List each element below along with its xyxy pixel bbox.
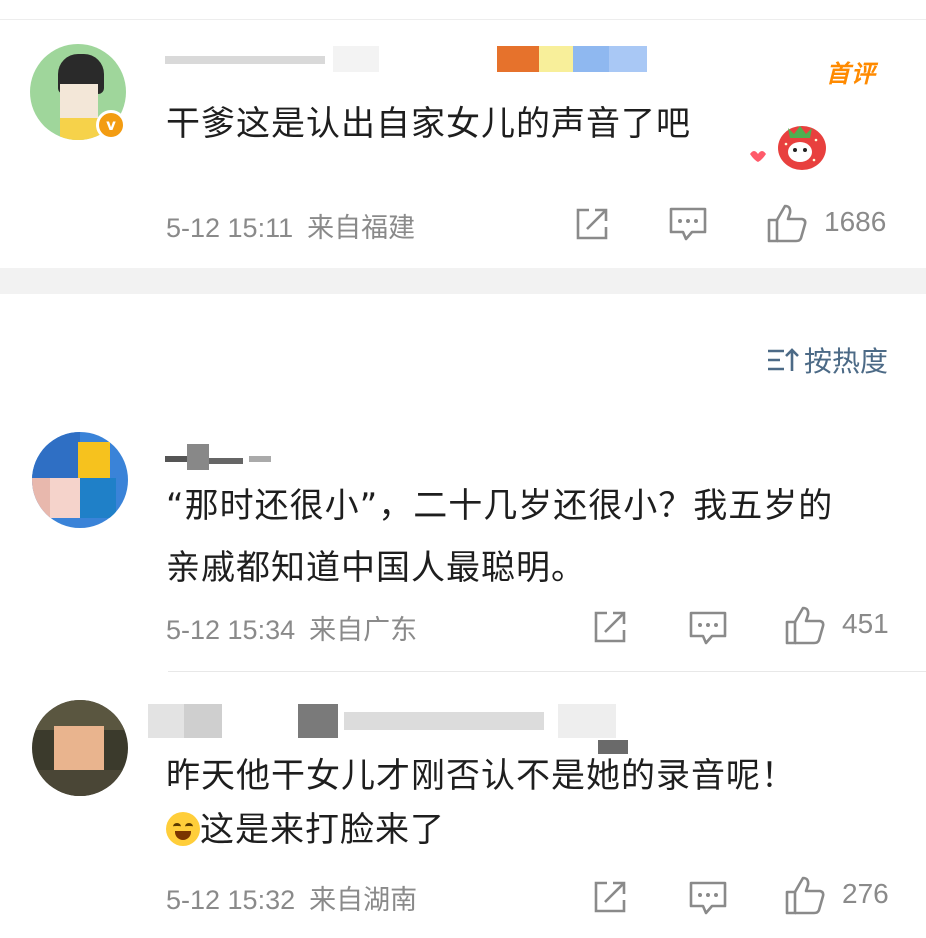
like-count: 451 <box>842 608 889 639</box>
comment-location: 来自福建 <box>307 213 416 243</box>
strawberry-sticker-icon <box>750 126 826 170</box>
sort-label: 按热度 <box>803 345 888 378</box>
laughing-emoji-icon <box>166 812 200 846</box>
comment-meta: 5-12 15:34 来自广东 <box>166 608 417 647</box>
comment-location: 来自湖南 <box>309 885 418 915</box>
first-comment-badge: 首评 <box>826 60 876 88</box>
avatar[interactable] <box>32 700 128 796</box>
comment-meta: 5-12 15:32 来自湖南 <box>166 878 417 917</box>
comment-time: 5-12 15:11 <box>166 213 294 243</box>
comment-time: 5-12 15:32 <box>166 885 296 915</box>
sort-icon <box>767 348 799 371</box>
share-icon[interactable] <box>591 608 629 646</box>
like-count: 276 <box>842 878 889 909</box>
like-icon[interactable] <box>766 202 808 244</box>
reply-icon[interactable] <box>688 610 728 646</box>
comment-meta: 5-12 15:11 来自福建 <box>166 206 415 245</box>
comment-text[interactable]: 干爹这是认出自家女儿的声音了吧 <box>166 96 691 152</box>
share-icon[interactable] <box>591 878 629 916</box>
reply-icon[interactable] <box>688 880 728 916</box>
username-redacted[interactable] <box>148 704 628 754</box>
comment-divider <box>168 671 926 672</box>
comment-time: 5-12 15:34 <box>166 615 296 645</box>
username-redacted[interactable] <box>165 444 285 470</box>
comment-location: 来自广东 <box>309 615 418 645</box>
username-redacted[interactable] <box>165 46 647 72</box>
comment-text-line-2[interactable]: 亲戚都知道中国人最聪明。 <box>166 540 586 596</box>
comment-first: v 首评 干爹这是认出自家女儿的声音了吧 5-12 15:11 来自福建 168… <box>0 0 926 268</box>
avatar[interactable] <box>32 432 128 528</box>
comment-item: 昨天他干女儿才刚否认不是她的录音呢！ 这是来打脸来了 5-12 15:32 来自湖… <box>0 690 926 938</box>
reply-icon[interactable] <box>668 206 708 242</box>
share-icon[interactable] <box>573 205 611 243</box>
comment-text-line-1[interactable]: 昨天他干女儿才刚否认不是她的录音呢！ <box>166 748 796 804</box>
comment-text-line-1[interactable]: “那时还很小”，二十几岁还很小？我五岁的 <box>166 478 833 534</box>
comment-page: v 首评 干爹这是认出自家女儿的声音了吧 5-12 15:11 来自福建 168… <box>0 0 926 938</box>
like-icon[interactable] <box>784 874 826 916</box>
comment-text-line-2-row[interactable]: 这是来打脸来了 <box>166 802 445 858</box>
sort-by-hot-button[interactable]: 按热度 <box>766 340 888 380</box>
section-divider <box>0 268 926 294</box>
verified-badge-icon: v <box>96 110 126 140</box>
comment-item: “那时还很小”，二十几岁还很小？我五岁的 亲戚都知道中国人最聪明。 5-12 1… <box>0 420 926 670</box>
like-icon[interactable] <box>784 604 826 646</box>
like-count: 1686 <box>824 206 887 237</box>
comment-text-line-2: 这是来打脸来了 <box>200 810 445 850</box>
